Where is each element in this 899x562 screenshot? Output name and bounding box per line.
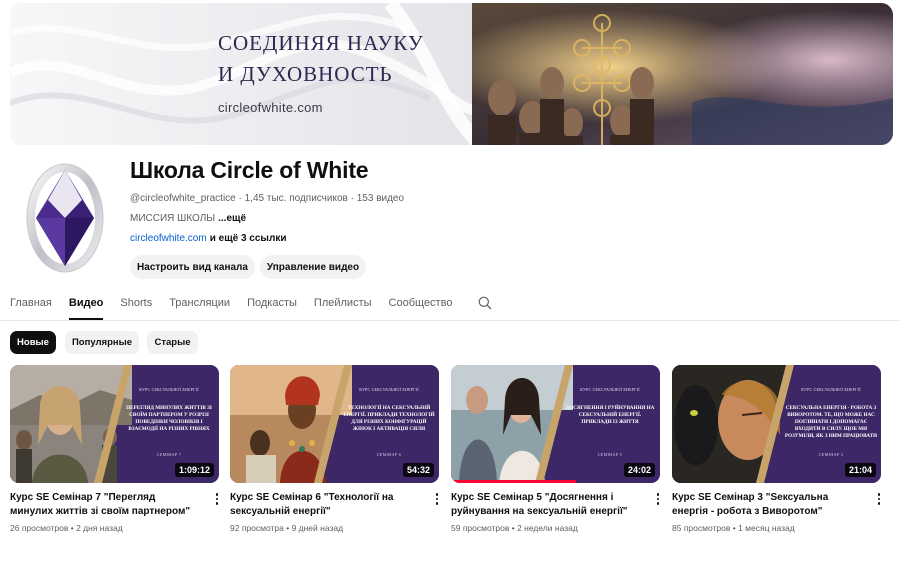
- video-meta: 59 просмотров • 2 недели назад: [451, 523, 578, 533]
- thumbnail-course-label: КУРС СЕКСУАЛЬНОЇ ЕНЕРГІЇ: [139, 387, 199, 392]
- video-duration: 21:04: [844, 463, 876, 477]
- channel-banner: СОЕДИНЯЯ НАУКУ И ДУХОВНОСТЬ circleofwhit…: [10, 3, 893, 145]
- video-thumbnail[interactable]: КУРС СЕКСУАЛЬНОЇ ЕНЕРГІЇ Досягнення і ру…: [451, 365, 660, 483]
- video-thumbnail[interactable]: КУРС СЕКСУАЛЬНОЇ ЕНЕРГІЇ Сексуальна енер…: [672, 365, 881, 483]
- channel-name: Школа Circle of White: [130, 157, 369, 183]
- subscriber-count: 1,45 тыс. подписчиков: [244, 193, 348, 204]
- channel-tabs: Главная Видео Shorts Трансляции Подкасты…: [10, 292, 469, 320]
- video-title[interactable]: Курс SE Семінар 5 "Досягнення і руйнуван…: [451, 491, 637, 519]
- thumbnail-caption: Досягнення і руйнування на сексуальній е…: [565, 405, 655, 425]
- filter-chip-old[interactable]: Старые: [147, 331, 198, 354]
- video-age: 2 недели назад: [517, 523, 578, 533]
- video-duration: 54:32: [402, 463, 434, 477]
- thumbnail-seminar-label: СЕМІНАР 3: [818, 452, 844, 457]
- description-text: МИССИЯ ШКОЛЫ: [130, 213, 216, 224]
- tab-podcasts[interactable]: Подкасты: [247, 292, 297, 320]
- thumbnail-course-label: КУРС СЕКСУАЛЬНОЇ ЕНЕРГІЇ: [359, 387, 419, 392]
- more-links-button[interactable]: и ещё 3 ссылки: [210, 233, 287, 244]
- channel-links: circleofwhite.com и ещё 3 ссылки: [130, 233, 286, 244]
- more-vert-icon[interactable]: [213, 491, 221, 507]
- video-age: 1 месяц назад: [738, 523, 795, 533]
- video-age: 2 дня назад: [76, 523, 123, 533]
- manage-videos-button[interactable]: Управление видео: [260, 255, 366, 279]
- channel-handle: @circleofwhite_practice: [130, 193, 236, 204]
- thumbnail-caption: Перегляд минулих життів зі своїм партнер…: [126, 405, 212, 432]
- channel-meta: @circleofwhite_practice · 1,45 тыс. подп…: [130, 193, 404, 204]
- video-count: 153 видео: [356, 193, 405, 204]
- video-views: 85 просмотров: [672, 523, 731, 533]
- video-thumbnail[interactable]: КУРС СЕКСУАЛЬНОЇ ЕНЕРГІЇ Технології на с…: [230, 365, 439, 483]
- thumbnail-course-label: КУРС СЕКСУАЛЬНОЇ ЕНЕРГІЇ: [801, 387, 861, 392]
- more-vert-icon[interactable]: [654, 491, 662, 507]
- more-vert-icon[interactable]: [875, 491, 883, 507]
- tabs-divider: [0, 320, 899, 321]
- thumbnail-seminar-label: СЕМІНАР 5: [597, 452, 623, 457]
- video-meta: 92 просмотра • 9 дней назад: [230, 523, 344, 533]
- meta-separator: ·: [235, 193, 245, 204]
- thumbnail-seminar-label: СЕМІНАР 7: [156, 452, 182, 457]
- video-duration: 1:09:12: [174, 463, 214, 477]
- channel-logo-icon[interactable]: [24, 162, 106, 274]
- watch-progress-bar: [451, 480, 577, 483]
- video-views: 26 просмотров: [10, 523, 69, 533]
- video-meta: 26 просмотров • 2 дня назад: [10, 523, 123, 533]
- video-title[interactable]: Курс SE Семінар 7 "Перегляд минулих житт…: [10, 491, 196, 519]
- video-card[interactable]: КУРС СЕКСУАЛЬНОЇ ЕНЕРГІЇ Технології на с…: [230, 365, 441, 533]
- video-title[interactable]: Курс SE Семінар 3 "Sексуальна енергія - …: [672, 491, 858, 519]
- description-more-link[interactable]: ...ещё: [218, 213, 246, 224]
- thumbnail-course-label: КУРС СЕКСУАЛЬНОЇ ЕНЕРГІЇ: [580, 387, 640, 392]
- banner-art-image: [472, 3, 893, 145]
- customize-channel-button[interactable]: Настроить вид канала: [130, 255, 255, 279]
- tab-live[interactable]: Трансляции: [169, 292, 230, 320]
- channel-website-link[interactable]: circleofwhite.com: [130, 233, 207, 244]
- video-card[interactable]: КУРС СЕКСУАЛЬНОЇ ЕНЕРГІЇ Перегляд минули…: [10, 365, 221, 533]
- video-meta: 85 просмотров • 1 месяц назад: [672, 523, 795, 533]
- filter-chip-new[interactable]: Новые: [10, 331, 56, 354]
- thumbnail-caption: Сексуальна енергія - робота з виворотом.…: [784, 405, 878, 439]
- video-thumbnail[interactable]: КУРС СЕКСУАЛЬНОЇ ЕНЕРГІЇ Перегляд минули…: [10, 365, 219, 483]
- tab-shorts[interactable]: Shorts: [120, 292, 152, 320]
- thumbnail-caption: Технології на сексуальній енергії. Прикл…: [343, 405, 435, 432]
- video-age: 9 дней назад: [291, 523, 344, 533]
- thumbnail-seminar-label: СЕМІНАР 6: [376, 452, 402, 457]
- meta-separator: ·: [347, 193, 357, 204]
- video-views: 92 просмотра: [230, 523, 284, 533]
- video-views: 59 просмотров: [451, 523, 510, 533]
- video-title[interactable]: Курс SE Семінар 6 "Технології на sексуал…: [230, 491, 416, 519]
- tab-playlists[interactable]: Плейлисты: [314, 292, 372, 320]
- banner-title: СОЕДИНЯЯ НАУКУ И ДУХОВНОСТЬ: [218, 31, 424, 86]
- more-vert-icon[interactable]: [433, 491, 441, 507]
- search-icon[interactable]: [478, 296, 492, 310]
- banner-url: circleofwhite.com: [218, 100, 323, 115]
- video-card[interactable]: КУРС СЕКСУАЛЬНОЇ ЕНЕРГІЇ Досягнення і ру…: [451, 365, 662, 533]
- video-card[interactable]: КУРС СЕКСУАЛЬНОЇ ЕНЕРГІЇ Сексуальна енер…: [672, 365, 883, 533]
- tab-community[interactable]: Сообщество: [389, 292, 453, 320]
- video-duration: 24:02: [623, 463, 655, 477]
- filter-chip-popular[interactable]: Популярные: [65, 331, 139, 354]
- tab-videos[interactable]: Видео: [68, 292, 104, 320]
- channel-description[interactable]: МИССИЯ ШКОЛЫ ...ещё: [130, 213, 246, 224]
- tab-home[interactable]: Главная: [10, 292, 52, 320]
